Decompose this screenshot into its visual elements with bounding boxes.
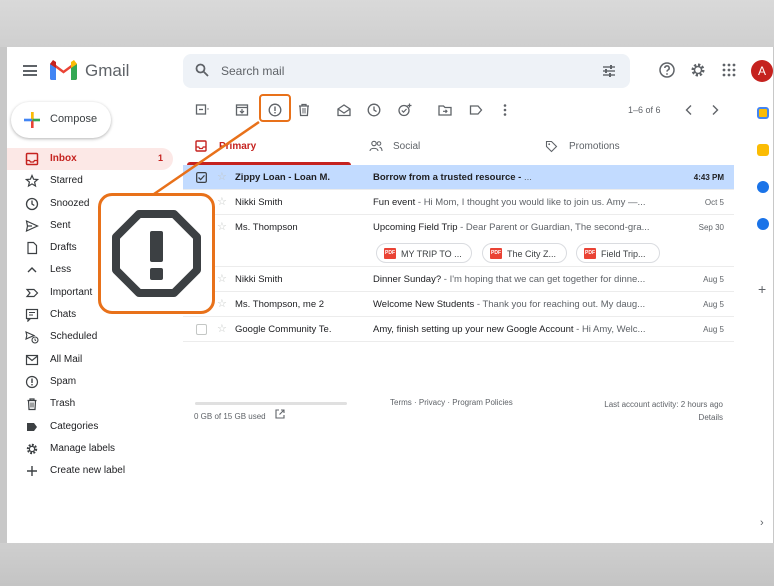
report-spam-icon bbox=[112, 210, 201, 297]
top-frame-band bbox=[0, 0, 774, 47]
bottom-frame-band bbox=[0, 543, 774, 586]
spam-icon-callout bbox=[98, 193, 215, 314]
gmail-window: Gmail Search mail A Compose Inbox 1 Star… bbox=[7, 47, 773, 543]
